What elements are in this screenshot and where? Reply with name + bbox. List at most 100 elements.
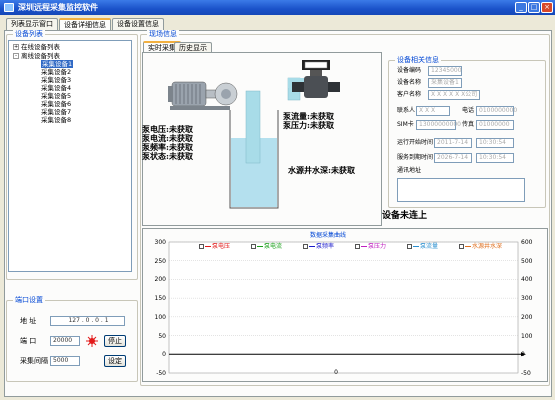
interval-input[interactable]: 5000 [50,356,80,366]
legend-checkbox[interactable] [303,244,308,249]
y-tick-left: 150 [154,295,166,303]
run-start-time[interactable]: 10:30:54 [476,138,514,148]
legend-checkbox[interactable] [407,244,412,249]
minimize-button[interactable]: _ [515,2,527,13]
address-info-label: 通讯地址 [397,167,422,174]
legend-label: 泵压力 [368,243,387,250]
y-tick-left: 300 [154,239,166,246]
maximize-button[interactable]: □ [528,2,540,13]
legend-swatch [465,246,471,247]
legend-swatch [309,246,315,247]
y-tick-right: 100 [521,332,533,340]
y-tick-left: 250 [154,257,166,265]
service-label: 服务到期时间 [397,154,434,161]
stop-button[interactable]: 停止 [104,335,126,347]
app-icon [4,3,14,12]
window-title: 深圳远程采集监控软件 [18,3,98,12]
y-tick-left: -50 [156,370,166,377]
contact-field[interactable]: X X X [416,106,450,116]
service-time[interactable]: 10:30:54 [476,153,514,163]
y-tick-right: 200 [521,313,533,321]
site-info-title: 现场信息 [147,30,179,38]
fax-label: 传真 [462,121,475,128]
sim-field[interactable]: 13000000000 [416,120,461,130]
legend-label: 泵电压 [212,243,231,250]
legend-label: 泵频率 [316,243,335,250]
tree-item-device-4[interactable]: 采集设备4 [41,84,71,92]
legend-swatch [413,246,419,247]
device-no-field[interactable]: 12345000 [428,66,462,76]
title-bar[interactable]: 深圳远程采集监控软件 [0,0,555,15]
tree-item-device-3[interactable]: 采集设备3 [41,76,71,84]
close-button[interactable]: × [541,2,553,13]
expand-icon[interactable]: + [13,44,19,50]
tree-node-offline[interactable]: - 离线设备列表 [13,52,60,60]
device-tree[interactable]: + 在线设备列表 - 离线设备列表 采集设备1 采集设备2 采集设备3 采集设备4 … [8,40,132,272]
y-tick-right: 300 [521,295,533,303]
tree-item-device-6[interactable]: 采集设备6 [41,100,71,108]
customer-field[interactable]: X X X X X X公司 [428,90,480,100]
pump-state-status: 泵状态:未获取 [142,151,193,161]
tree-item-device-7[interactable]: 采集设备7 [41,108,71,116]
device-name-label: 设备名称 [397,79,422,86]
legend-checkbox[interactable] [355,244,360,249]
plot-area [168,241,519,374]
y-tick-left: 0 [162,351,166,359]
y-tick-right: -50 [521,370,531,377]
legend-item[interactable]: 泵流量 [407,243,438,250]
phone-label: 电话 [462,107,475,114]
y-tick-right: 400 [521,276,533,284]
motor-icon [168,81,238,110]
pump-pressure-status: 泵压力:未获取 [283,120,334,130]
contact-label: 联系人 [397,107,416,114]
device-name-field[interactable]: 采集设备1 [428,78,462,88]
interval-label: 采集间隔 [20,357,48,365]
tree-node-online[interactable]: + 在线设备列表 [13,43,60,51]
collapse-icon[interactable]: - [13,53,19,59]
legend-checkbox[interactable] [199,244,204,249]
tree-item-device-8[interactable]: 采集设备8 [41,116,71,124]
port-input[interactable]: 20000 [50,336,80,346]
tree-item-device-2[interactable]: 采集设备2 [41,68,71,76]
run-start-label: 运行开始时间 [397,139,434,146]
chart-svg [168,241,526,374]
port-settings-title: 端口设置 [13,296,45,304]
run-start-date[interactable]: 2011-7-14 [434,138,472,148]
legend-item[interactable]: 泵电流 [251,243,282,250]
y-tick-left: 50 [158,332,166,340]
x-tick: 0 [334,369,338,376]
legend-checkbox[interactable] [459,244,464,249]
legend-item[interactable]: 泵频率 [303,243,334,250]
legend-item[interactable]: 水源井水深 [459,243,502,250]
water-depth-status: 水源井水深:未获取 [288,165,355,175]
fax-field[interactable]: 01000000 [476,120,514,130]
legend-item[interactable]: 泵电压 [199,243,230,250]
legend-swatch [361,246,367,247]
y-tick-right: 500 [521,257,533,265]
tree-item-device-5[interactable]: 采集设备5 [41,92,71,100]
port-label: 端 口 [20,337,37,345]
pump-diagram [168,60,340,209]
device-list-title: 设备列表 [13,30,45,38]
device-info-title: 设备相关信息 [395,56,441,64]
address-input[interactable]: 127 . 0 . 0 . 1 [50,316,125,326]
legend-label: 泵流量 [420,243,439,250]
phone-field[interactable]: 0100000000 [476,106,517,116]
address-label: 地 址 [20,317,37,325]
service-date[interactable]: 2026-7-14 [434,153,472,163]
y-tick-right: 0 [521,351,525,359]
legend-swatch [205,246,211,247]
y-tick-right: 600 [521,239,533,246]
legend-label: 水源井水深 [472,243,503,250]
set-button[interactable]: 设定 [104,355,126,367]
legend-label: 泵电流 [264,243,283,250]
status-indicator-icon [86,335,98,347]
legend-checkbox[interactable] [251,244,256,249]
device-connection-status: 设备未连上 [382,211,428,221]
legend-swatch [257,246,263,247]
sim-label: SIM卡 [397,121,414,128]
address-info-field[interactable] [397,178,525,202]
y-tick-left: 200 [154,276,166,284]
legend-item[interactable]: 泵压力 [355,243,386,250]
tree-item-device-1[interactable]: 采集设备1 [41,60,74,68]
